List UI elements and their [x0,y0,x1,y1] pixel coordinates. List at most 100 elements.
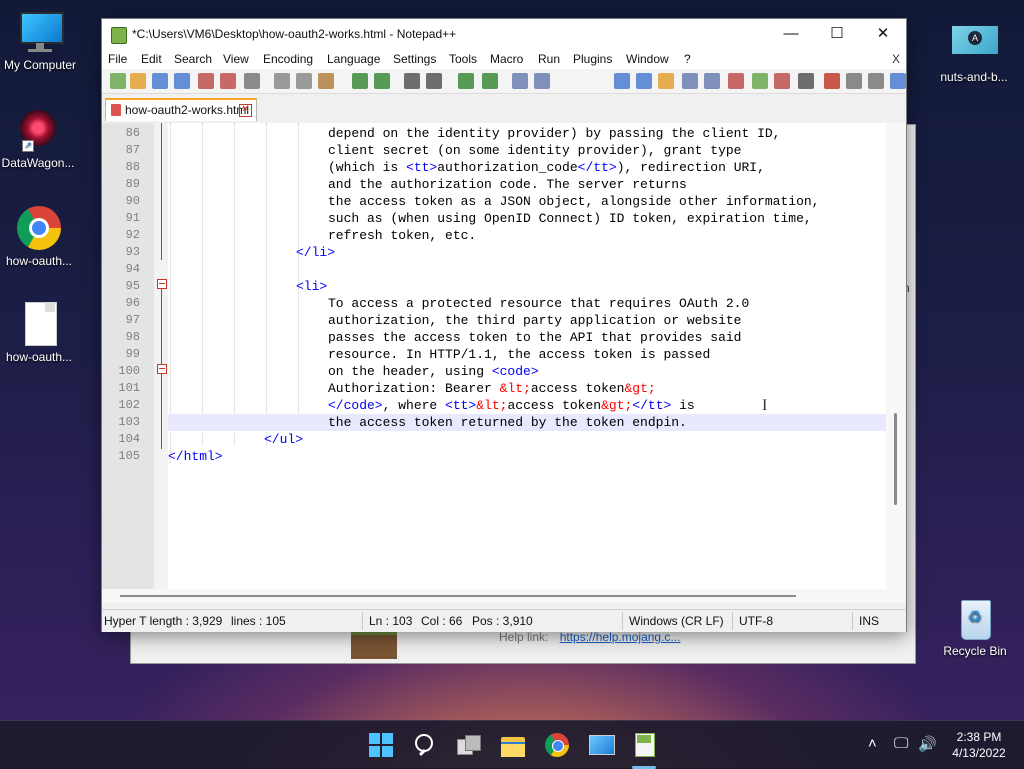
menu-macro[interactable]: Macro [490,52,523,66]
code-line[interactable]: 102 </code>, where <tt>&lt;access token&g… [118,397,886,414]
status-encoding[interactable]: UTF-8 [739,614,773,628]
show-all-chars-icon[interactable] [636,73,652,89]
code-line[interactable]: 95 <li> [126,278,886,295]
menu-help[interactable]: ? [684,52,691,66]
maximize-button[interactable]: ☐ [814,19,860,49]
fold-collapse-icon[interactable] [157,279,167,289]
menu-view[interactable]: View [223,52,249,66]
menu-plugins[interactable]: Plugins [573,52,612,66]
chevron-up-icon[interactable]: ˄ [868,735,877,752]
save-icon[interactable] [152,73,168,89]
file-explorer-icon[interactable] [501,733,525,757]
play-macro-icon[interactable] [868,73,884,89]
run-macro-multiple-icon[interactable] [890,73,906,89]
open-file-icon[interactable] [130,73,146,89]
status-insert-mode[interactable]: INS [859,614,879,628]
close-file-icon[interactable] [198,73,214,89]
sync-vertical-icon[interactable] [512,73,528,89]
desktop-icon-nuts-and-bolts[interactable]: A nuts-and-b... [934,22,1014,84]
code-line[interactable]: 92 refresh token, etc. [126,227,886,244]
menu-settings[interactable]: Settings [393,52,436,66]
code-line[interactable]: 103 the access token returned by the toke… [118,414,886,431]
save-all-icon[interactable] [174,73,190,89]
minimize-button[interactable]: — [768,19,814,49]
menu-edit[interactable]: Edit [141,52,162,66]
task-view-icon[interactable] [457,733,481,757]
start-windows-icon[interactable] [369,733,393,757]
stop-macro-icon[interactable] [846,73,862,89]
code-line[interactable]: 91 such as (when using OpenID Connect) ID… [126,210,886,227]
code-line[interactable]: 96 To access a protected resource that re… [126,295,886,312]
close-button[interactable]: ✕ [860,19,906,49]
network-icon[interactable]: 🖵 [894,735,908,752]
vertical-scrollbar[interactable] [886,123,906,603]
doc-map-icon[interactable] [682,73,698,89]
code-line[interactable]: 104 </ul> [118,431,886,448]
sync-horizontal-icon[interactable] [534,73,550,89]
tab-how-oauth2-works[interactable]: how-oauth2-works.html ✕ [105,98,257,121]
find-icon[interactable] [404,73,420,89]
notepadpp-taskbar-icon[interactable] [631,733,657,757]
code-line[interactable]: 101 Authorization: Bearer &lt;access toke… [118,380,886,397]
new-file-icon[interactable] [110,73,126,89]
desktop-icon-oauth-file[interactable]: how-oauth... [0,302,79,364]
horizontal-scrollbar[interactable] [102,589,886,603]
menu-search[interactable]: Search [174,52,212,66]
code-line[interactable]: 90 the access token as a JSON object, alo… [126,193,886,210]
menu-language[interactable]: Language [327,52,380,66]
vertical-scroll-thumb[interactable] [894,413,897,505]
cut-icon[interactable] [274,73,290,89]
menu-window[interactable]: Window [626,52,669,66]
code-line[interactable]: 99 resource. In HTTP/1.1, the access toke… [126,346,886,363]
code-line[interactable]: 94 [126,261,886,278]
indent-guide-icon[interactable] [658,73,674,89]
code-line[interactable]: 105 </html> [118,448,886,465]
code-line[interactable]: 97 authorization, the third party applica… [126,312,886,329]
code-line[interactable]: 88 (which is <tt>authorization_code</tt>)… [126,159,886,176]
code-line[interactable]: 98 passes the access token to the API tha… [126,329,886,346]
remote-desktop-icon[interactable] [589,733,615,757]
folder-workspace-icon[interactable] [728,73,744,89]
zoom-out-icon[interactable] [482,73,498,89]
desktop-icon-recycle-bin[interactable]: ♻ Recycle Bin [935,596,1015,658]
code-line[interactable]: 100 on the header, using <code> [118,363,886,380]
title-bar[interactable]: *C:\Users\VM6\Desktop\how-oauth2-works.h… [102,19,906,49]
help-link[interactable]: https://help.mojang.c... [560,630,681,644]
volume-icon[interactable]: 🔊 [918,735,937,753]
word-wrap-icon[interactable] [614,73,630,89]
code-line[interactable]: 87 client secret (on some identity provid… [126,142,886,159]
replace-icon[interactable] [426,73,442,89]
menu-encoding[interactable]: Encoding [263,52,313,66]
close-all-icon[interactable] [220,73,236,89]
status-eol[interactable]: Windows (CR LF) [629,614,724,628]
monitoring-icon[interactable] [752,73,768,89]
code-line[interactable]: 93 </li> [126,244,886,261]
eye-icon[interactable] [798,73,814,89]
zoom-in-icon[interactable] [458,73,474,89]
menu-file[interactable]: File [108,52,127,66]
clock[interactable]: 2:38 PM 4/13/2022 [946,729,1012,761]
chrome-taskbar-icon[interactable] [545,733,569,757]
paste-icon[interactable] [318,73,334,89]
tab-close-icon[interactable]: ✕ [239,104,252,117]
undo-icon[interactable] [352,73,368,89]
redo-icon[interactable] [374,73,390,89]
code-line[interactable]: 89 and the authorization code. The server… [126,176,886,193]
function-list-icon[interactable] [704,73,720,89]
user-lang-icon[interactable] [774,73,790,89]
desktop-icon-chrome-oauth[interactable]: how-oauth... [0,206,79,268]
code-line[interactable]: 86 depend on the identity provider) by pa… [126,125,886,142]
editor[interactable]: 86 depend on the identity provider) by pa… [102,123,906,603]
menu-tools[interactable]: Tools [449,52,477,66]
search-icon[interactable] [413,733,437,757]
horizontal-scroll-thumb[interactable] [120,595,796,597]
menu-run[interactable]: Run [538,52,560,66]
desktop-icon-datawagon[interactable]: ↗ DataWagon... [0,108,78,170]
desktop-icon-my-computer[interactable]: My Computer [0,10,80,72]
copy-icon[interactable] [296,73,312,89]
fold-collapse-icon[interactable] [157,364,167,374]
close-document-button[interactable]: X [892,52,900,66]
code-area[interactable]: 86 depend on the identity provider) by pa… [118,123,886,603]
record-macro-icon[interactable] [824,73,840,89]
print-icon[interactable] [244,73,260,89]
